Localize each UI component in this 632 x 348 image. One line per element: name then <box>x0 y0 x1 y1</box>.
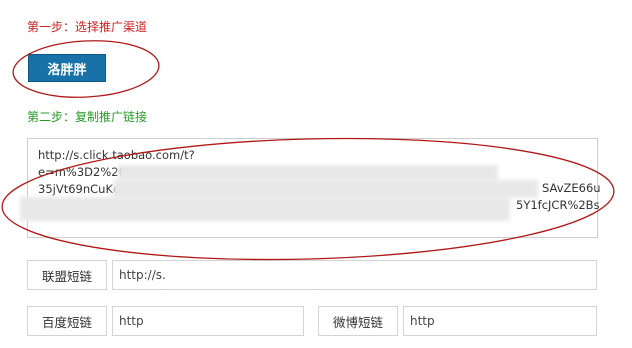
weibo-short-link-field[interactable]: http <box>403 306 597 336</box>
link-line: http://s.click.taobao.com/t? <box>38 148 195 162</box>
weibo-short-link-label: 微博短链 <box>318 306 398 336</box>
channel-button[interactable]: 洛胖胖 <box>28 54 106 82</box>
link-line: e=m%3D2%26 <box>38 165 126 179</box>
baidu-short-link-field[interactable]: http <box>112 306 304 336</box>
link-line: SAvZE66u <box>542 181 601 195</box>
link-line: 5Y1fcJCR%2Bs <box>516 198 600 212</box>
promotion-link-textarea[interactable]: http://s.click.taobao.com/t? e=m%3D2%26 … <box>27 138 598 238</box>
link-line: 35jVt69nCuKc <box>38 182 120 196</box>
union-short-link-label: 联盟短链 <box>27 260 107 290</box>
union-short-link-field[interactable]: http://s. <box>112 260 597 290</box>
step1-title: 第一步：选择推广渠道 <box>27 20 148 34</box>
step2-title: 第二步：复制推广链接 <box>27 110 148 124</box>
baidu-short-link-label: 百度短链 <box>27 306 107 336</box>
